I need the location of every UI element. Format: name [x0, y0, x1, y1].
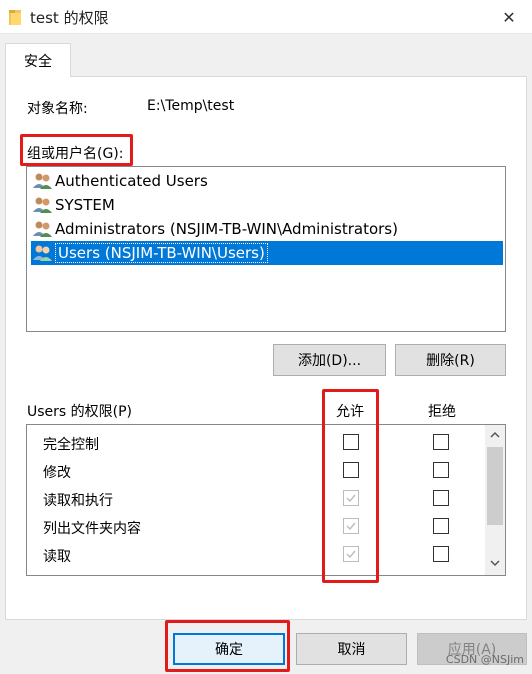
list-item-administrators[interactable]: Administrators (NSJIM-TB-WIN\Administrat… — [31, 217, 503, 241]
watermark: CSDN @NSJim — [445, 653, 524, 666]
list-item-label: Administrators (NSJIM-TB-WIN\Administrat… — [55, 220, 398, 238]
deny-checkbox[interactable] — [433, 434, 449, 450]
permission-row: 列出文件夹内容 — [27, 513, 485, 541]
list-item-label: Authenticated Users — [55, 172, 208, 190]
group-list[interactable]: Authenticated Users SYSTEM Administrator… — [26, 166, 506, 332]
permissions-scrollbar[interactable] — [485, 425, 505, 575]
users-icon — [33, 221, 52, 237]
permission-row: 读取和执行 — [27, 485, 485, 513]
deny-checkbox[interactable] — [433, 518, 449, 534]
permissions-list: 完全控制 修改 读取和执行 列出文件夹内容 读取 — [26, 424, 506, 576]
users-icon — [33, 245, 52, 261]
permission-row: 完全控制 — [27, 429, 485, 457]
close-button[interactable]: ✕ — [486, 0, 532, 34]
deny-checkbox[interactable] — [433, 546, 449, 562]
scrollbar-thumb[interactable] — [487, 447, 503, 525]
deny-checkbox[interactable] — [433, 462, 449, 478]
permissions-label: Users 的权限(P) — [27, 404, 133, 420]
object-name-value: E:\Temp\test — [147, 98, 235, 114]
folder-icon — [9, 10, 21, 25]
permission-name: 完全控制 — [43, 437, 99, 453]
highlight-allow-column — [322, 389, 379, 583]
chevron-up-icon[interactable] — [489, 429, 501, 441]
permission-name: 读取和执行 — [43, 493, 113, 509]
users-icon — [33, 173, 52, 189]
close-icon: ✕ — [502, 7, 516, 27]
permission-name: 列出文件夹内容 — [43, 521, 141, 537]
title-bar: test 的权限 ✕ — [0, 0, 532, 34]
list-item-authenticated-users[interactable]: Authenticated Users — [31, 169, 503, 193]
add-button[interactable]: 添加(D)... — [273, 344, 386, 376]
users-icon — [33, 197, 52, 213]
deny-checkbox[interactable] — [433, 490, 449, 506]
tab-security[interactable]: 安全 — [5, 43, 71, 77]
object-name-label: 对象名称: — [27, 101, 88, 117]
window-title: test 的权限 — [30, 9, 109, 27]
remove-button[interactable]: 删除(R) — [395, 344, 506, 376]
list-item-label: SYSTEM — [55, 196, 115, 214]
permission-name: 读取 — [43, 549, 71, 565]
list-item-label: Users (NSJIM-TB-WIN\Users) — [55, 243, 268, 263]
list-item-users[interactable]: Users (NSJIM-TB-WIN\Users) — [31, 241, 503, 265]
cancel-button[interactable]: 取消 — [296, 633, 407, 665]
list-item-system[interactable]: SYSTEM — [31, 193, 503, 217]
permission-row: 修改 — [27, 457, 485, 485]
highlight-ok-button — [165, 620, 290, 672]
permission-name: 修改 — [43, 465, 71, 481]
highlight-groups-label — [20, 134, 133, 166]
deny-column-header: 拒绝 — [428, 404, 456, 420]
permission-row: 读取 — [27, 541, 485, 569]
chevron-down-icon[interactable] — [489, 557, 501, 569]
